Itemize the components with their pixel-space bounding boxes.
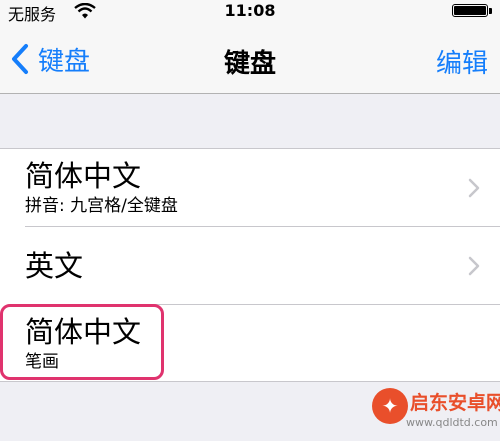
watermark: ✦ 启东安卓网 www.qdldtd.com xyxy=(362,380,500,441)
watermark-logo-icon: ✦ xyxy=(372,388,408,424)
battery-icon xyxy=(452,4,488,17)
page-title: 键盘 xyxy=(223,49,276,79)
chevron-right-icon xyxy=(468,256,480,276)
clock: 11:08 xyxy=(224,1,276,20)
keyboard-row-subtitle: 拼音: 九宫格/全键盘 xyxy=(25,196,178,216)
keyboard-row-title: 简体中文 xyxy=(25,159,142,193)
keyboard-row-title: 英文 xyxy=(25,249,84,283)
edit-button[interactable]: 编辑 xyxy=(436,43,488,80)
status-bar: 无服务 11:08 xyxy=(0,0,500,24)
navigation-bar: 键盘 键盘 编辑 xyxy=(0,22,500,94)
highlight-annotation xyxy=(0,304,164,380)
battery-tip xyxy=(489,8,492,14)
watermark-name: 启东安卓网 xyxy=(410,392,500,414)
chevron-right-icon xyxy=(468,178,480,198)
watermark-url: www.qdldtd.com xyxy=(406,416,498,429)
keyboard-row-english[interactable]: 英文 xyxy=(0,227,500,305)
keyboard-row-simplified-chinese-pinyin[interactable]: 简体中文 拼音: 九宫格/全键盘 xyxy=(0,149,500,227)
